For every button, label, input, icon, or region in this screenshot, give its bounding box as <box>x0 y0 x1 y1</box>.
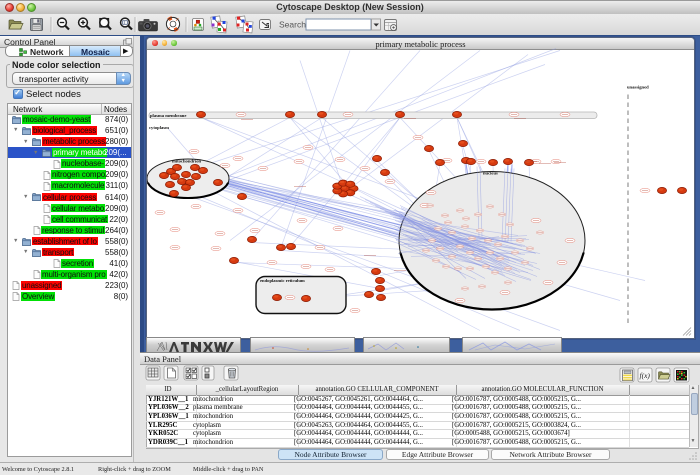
svg-text:unassigned: unassigned <box>627 84 649 89</box>
svg-text:cytoplasm: cytoplasm <box>149 125 169 130</box>
svg-text:endoplasmic reticulum: endoplasmic reticulum <box>260 278 305 283</box>
svg-text:plasma membrane: plasma membrane <box>150 113 186 118</box>
svg-text:mitochondrion: mitochondrion <box>172 158 202 163</box>
svg-text:nucleus: nucleus <box>483 170 498 175</box>
svg-text:f(x): f(x) <box>640 371 651 380</box>
svg-text:Search:: Search: <box>279 20 308 30</box>
